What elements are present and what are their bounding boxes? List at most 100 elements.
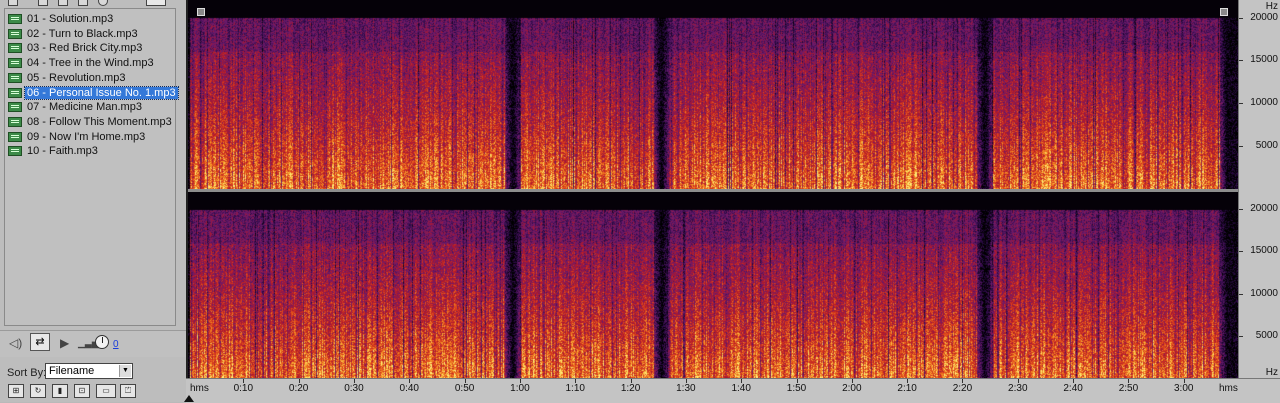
time-tick-label: 1:10 <box>565 383 585 394</box>
file-item[interactable]: 09 - Now I'm Home.mp3 <box>8 130 147 144</box>
file-item[interactable]: 05 - Revolution.mp3 <box>8 71 127 85</box>
insert-button[interactable]: ▮ <box>52 384 68 398</box>
playhead-marker[interactable] <box>184 395 194 402</box>
time-tick <box>1128 379 1130 383</box>
hz-tick <box>1239 17 1243 19</box>
volume-value[interactable]: 0 <box>113 339 119 350</box>
time-tick-label: 2:10 <box>897 383 917 394</box>
time-tick-label: 2:50 <box>1118 383 1139 394</box>
file-item[interactable]: 04 - Tree in the Wind.mp3 <box>8 56 156 70</box>
hz-unit-bottom: Hz <box>1265 367 1278 378</box>
time-tick-label: 1:30 <box>676 383 696 394</box>
properties-icon[interactable] <box>78 0 88 6</box>
go-button[interactable]: ⏍ <box>120 384 136 398</box>
time-tick <box>464 379 466 383</box>
audio-file-icon <box>8 58 22 69</box>
play-icon[interactable]: ▶ <box>60 335 69 351</box>
time-tick <box>353 379 355 383</box>
time-tick <box>575 379 577 383</box>
hz-tick-label: 10000 <box>1250 287 1278 299</box>
hz-tick-label: 5000 <box>1255 140 1278 152</box>
hz-tick <box>1239 251 1243 253</box>
time-tick <box>298 379 300 383</box>
open-file-icon[interactable] <box>8 0 18 6</box>
spectrogram-right-channel[interactable] <box>188 192 1238 378</box>
close-file-icon[interactable] <box>38 0 48 6</box>
hz-tick <box>1239 335 1243 337</box>
spectral-view: Hz Hz 20000 15000 10000 5000 20000 15000 10000… <box>184 0 1280 403</box>
open-button[interactable]: ⊡ <box>74 384 90 398</box>
audio-file-icon <box>8 146 22 157</box>
hz-tick-label: 15000 <box>1250 245 1278 257</box>
file-name: 03 - Red Brick City.mp3 <box>27 42 143 55</box>
auto-play-button[interactable]: ⊞ <box>8 384 24 398</box>
zoom-handle-left[interactable] <box>197 8 205 16</box>
hz-unit-top: Hz <box>1265 1 1278 12</box>
audio-file-icon <box>8 87 22 98</box>
time-tick-label: 0:20 <box>288 383 309 394</box>
audio-file-icon <box>8 43 22 54</box>
file-list: 01 - Solution.mp3 02 - Turn to Black.mp3 0… <box>4 8 179 326</box>
time-tick <box>907 379 909 383</box>
spectrogram-left-channel[interactable] <box>188 0 1238 189</box>
files-panel: 01 - Solution.mp3 02 - Turn to Black.mp3 0… <box>0 0 186 402</box>
file-name: 08 - Follow This Moment.mp3 <box>27 115 172 128</box>
file-item[interactable]: 02 - Turn to Black.mp3 <box>8 27 140 41</box>
file-item[interactable]: 03 - Red Brick City.mp3 <box>8 41 144 55</box>
hz-tick-label: 20000 <box>1250 11 1278 23</box>
file-item[interactable]: 10 - Faith.mp3 <box>8 144 100 158</box>
sort-by-select[interactable]: Filename ▼ <box>45 363 133 379</box>
hz-tick <box>1239 60 1243 62</box>
file-name: 06 - Personal Issue No. 1.mp3 <box>24 85 179 100</box>
audio-file-icon <box>8 28 22 39</box>
file-item[interactable]: 06 - Personal Issue No. 1.mp3 <box>8 85 179 100</box>
hz-tick <box>1239 209 1243 211</box>
refresh-button[interactable]: ↻ <box>30 384 46 398</box>
time-ruler[interactable]: hms hms 0:10 0:20 0:30 0:40 0:50 1:00 1:10 1:20… <box>184 378 1280 403</box>
hz-tick-label: 20000 <box>1250 203 1278 215</box>
loop-button[interactable]: ⇄ <box>30 333 50 351</box>
search-box[interactable] <box>146 0 166 6</box>
time-tick <box>1073 379 1075 383</box>
time-unit-right: hms <box>1219 383 1238 394</box>
file-name: 07 - Medicine Man.mp3 <box>27 101 142 114</box>
volume-knob-icon[interactable] <box>95 335 109 349</box>
time-tick <box>685 379 687 383</box>
time-tick <box>519 379 521 383</box>
audio-file-icon <box>8 116 22 127</box>
chevron-down-icon: ▼ <box>119 365 131 377</box>
speaker-icon[interactable]: ◁) <box>9 335 22 351</box>
time-unit-left: hms <box>190 383 209 394</box>
hz-tick-label: 5000 <box>1255 329 1278 341</box>
spectrogram-area[interactable] <box>188 0 1238 378</box>
time-tick <box>796 379 798 383</box>
time-tick-label: 2:00 <box>842 383 862 394</box>
transport-bar: ◁) ⇄ ▶ ▁▃▅ 0 <box>0 330 186 357</box>
time-tick-label: 0:50 <box>454 383 475 394</box>
file-item[interactable]: 07 - Medicine Man.mp3 <box>8 100 144 114</box>
audio-file-icon <box>8 131 22 142</box>
edit-icon[interactable] <box>98 0 108 6</box>
files-toolbar <box>0 0 186 8</box>
time-tick <box>1183 379 1185 383</box>
file-item[interactable]: 08 - Follow This Moment.mp3 <box>8 115 174 129</box>
time-tick <box>630 379 632 383</box>
time-tick-label: 0:30 <box>344 383 364 394</box>
audio-file-icon <box>8 72 22 83</box>
hz-tick <box>1239 146 1243 148</box>
zoom-handle-right[interactable] <box>1220 8 1228 16</box>
file-name: 05 - Revolution.mp3 <box>27 71 126 84</box>
time-tick <box>1017 379 1019 383</box>
hz-tick-label: 15000 <box>1250 54 1278 66</box>
file-item[interactable]: 01 - Solution.mp3 <box>8 12 115 26</box>
time-tick-label: 2:30 <box>1008 383 1028 394</box>
hz-tick-label: 10000 <box>1250 97 1278 109</box>
file-name: 04 - Tree in the Wind.mp3 <box>27 57 154 70</box>
import-icon[interactable] <box>58 0 68 6</box>
audio-file-icon <box>8 14 22 24</box>
time-tick-label: 0:10 <box>233 383 254 394</box>
preview-button[interactable]: ▭ <box>96 384 116 398</box>
time-tick-label: 1:50 <box>786 383 807 394</box>
time-tick <box>851 379 853 383</box>
time-tick-label: 1:40 <box>731 383 751 394</box>
